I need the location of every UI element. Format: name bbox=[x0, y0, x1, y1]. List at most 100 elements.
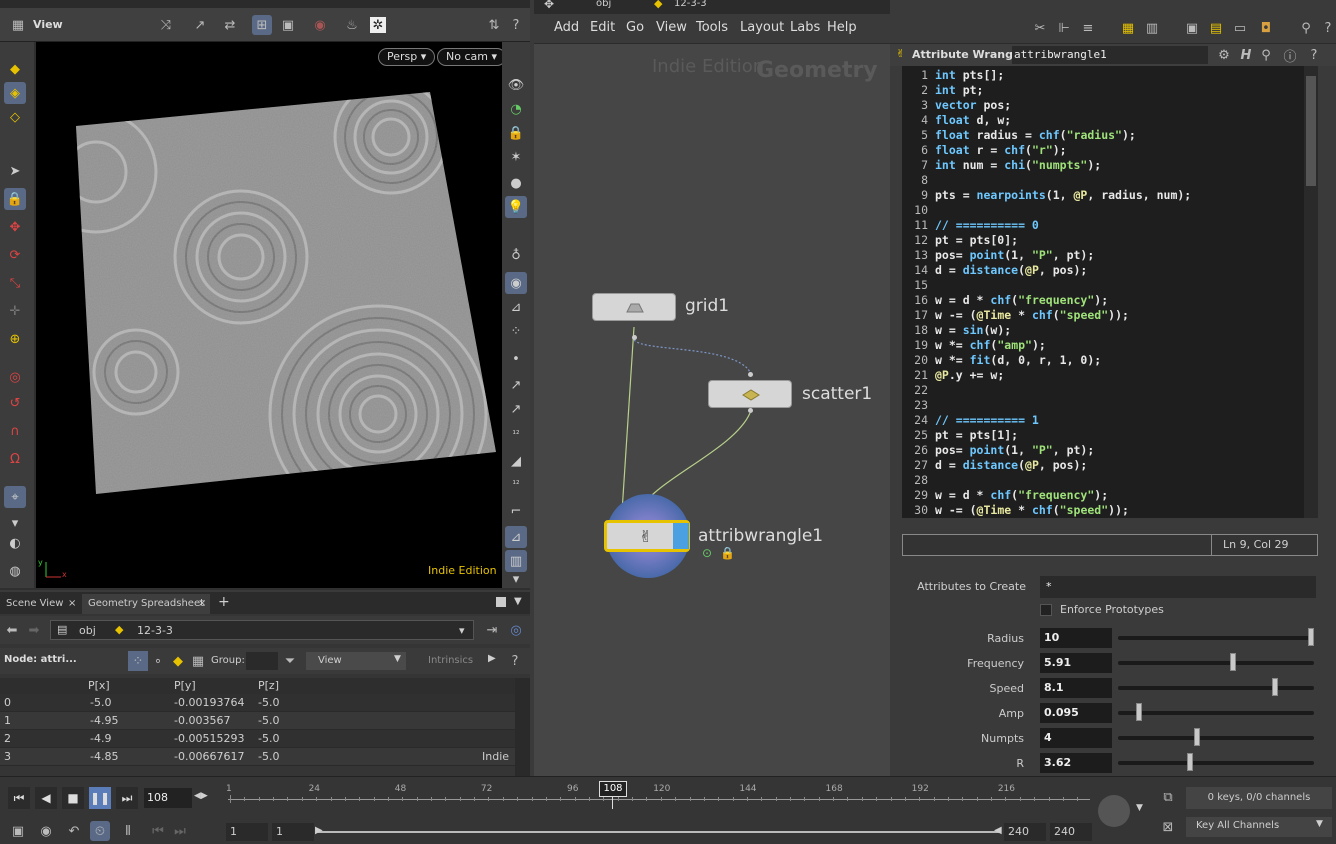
param-help-icon[interactable]: ? bbox=[1304, 45, 1324, 65]
code-line[interactable]: 24 // ========== 1 bbox=[902, 413, 1304, 428]
output-port[interactable] bbox=[632, 335, 637, 340]
expand-icon[interactable]: ▾ bbox=[505, 568, 527, 590]
param-field-speed[interactable]: 8.1 bbox=[1040, 678, 1112, 698]
range-icon[interactable]: ⦀ bbox=[118, 821, 138, 841]
code-scrollbar[interactable] bbox=[1304, 66, 1318, 518]
code-line[interactable]: 13 pos= point(1, "P", pt); bbox=[902, 248, 1304, 263]
slider-knob[interactable] bbox=[1187, 753, 1193, 771]
display-flag-icon[interactable]: ⊙ bbox=[702, 546, 712, 560]
network-box-icon[interactable]: ▣ bbox=[1182, 18, 1202, 38]
wire-icon[interactable]: ⊿ bbox=[505, 296, 527, 318]
stop-icon[interactable]: ■ bbox=[62, 787, 84, 809]
view-dropdown[interactable]: View ▼ bbox=[306, 652, 406, 670]
channel-icon[interactable]: ⊠ bbox=[1158, 817, 1178, 837]
code-line[interactable]: 1 int pts[]; bbox=[902, 68, 1304, 83]
help-h-icon[interactable]: H bbox=[1236, 45, 1256, 65]
search-icon[interactable]: ⚲ bbox=[1256, 45, 1276, 65]
code-line[interactable]: 30 w -= (@Time * chf("speed")); bbox=[902, 503, 1304, 518]
range-slider[interactable] bbox=[318, 831, 1000, 833]
slider-knob[interactable] bbox=[1230, 653, 1236, 671]
network-help-icon[interactable]: ? bbox=[1318, 18, 1336, 38]
code-line[interactable]: 22 bbox=[902, 383, 1304, 398]
select-mode-icon[interactable]: ↗ bbox=[190, 15, 210, 35]
search-icon[interactable]: ⚲ bbox=[1296, 18, 1316, 38]
gear-icon[interactable]: ⚙ bbox=[1214, 45, 1234, 65]
transform-tool-icon[interactable]: ✛ bbox=[4, 300, 26, 322]
sticky-note-icon[interactable]: ▤ bbox=[1206, 18, 1226, 38]
code-line[interactable]: 6 float r = chf("r"); bbox=[902, 143, 1304, 158]
menu-layout[interactable]: Layout bbox=[740, 20, 784, 35]
bounds-icon[interactable]: ⌐ bbox=[505, 500, 527, 522]
list-icon[interactable]: ≡ bbox=[1078, 18, 1098, 38]
prim-numbers-icon[interactable]: ¹² bbox=[505, 474, 527, 496]
network-pane[interactable]: ✥ obj ◆ 12-3-3 Indie Edition Geometry gr… bbox=[534, 0, 890, 776]
code-line[interactable]: 5 float radius = chf("radius"); bbox=[902, 128, 1304, 143]
intrinsics-arrow-icon[interactable]: ▶ bbox=[488, 653, 496, 664]
code-line[interactable]: 19 w *= chf("amp"); bbox=[902, 338, 1304, 353]
brush-tool-icon[interactable]: ↺ bbox=[4, 392, 26, 414]
code-line[interactable]: 28 bbox=[902, 473, 1304, 488]
param-slider-frequency[interactable] bbox=[1118, 653, 1314, 671]
param-field-radius[interactable]: 10 bbox=[1040, 628, 1112, 648]
enforce-prototypes-checkbox[interactable] bbox=[1040, 604, 1052, 616]
global-anim-icon[interactable]: ▣ bbox=[8, 821, 28, 841]
code-line[interactable]: 17 w -= (@Time * chf("speed")); bbox=[902, 308, 1304, 323]
table-row[interactable]: 1 -4.95 -0.003567 -5.0 bbox=[0, 712, 515, 730]
param-field-frequency[interactable]: 5.91 bbox=[1040, 653, 1112, 673]
lock-camera-icon[interactable]: 🔒 bbox=[505, 122, 527, 144]
screen-icon[interactable]: ▣ bbox=[278, 15, 298, 35]
vertices-mode-icon[interactable]: ∘ bbox=[148, 651, 168, 671]
grid1-label[interactable]: grid1 bbox=[685, 296, 729, 316]
range-start-field[interactable]: 1 bbox=[226, 823, 268, 841]
back-arrow-icon[interactable]: ⬅ bbox=[2, 620, 22, 640]
close-tab-icon[interactable]: × bbox=[68, 598, 76, 609]
code-line[interactable]: 9 pts = nearpoints(1, @P, radius, num); bbox=[902, 188, 1304, 203]
close-tab-icon[interactable]: × bbox=[198, 598, 206, 609]
light-icon[interactable]: ♨ bbox=[342, 15, 362, 35]
image-icon[interactable]: ◘ bbox=[1256, 18, 1276, 38]
vectors-icon[interactable]: ↗ bbox=[505, 398, 527, 420]
timeline-track[interactable] bbox=[228, 799, 1090, 800]
select-tool-icon[interactable]: ➤ bbox=[4, 160, 26, 182]
point-numbers-icon[interactable]: ¹² bbox=[505, 424, 527, 446]
magnet-tool-icon[interactable]: ∩ bbox=[4, 420, 26, 442]
menu-add[interactable]: Add bbox=[554, 20, 579, 35]
path-field[interactable]: ▤ obj ◆ 12-3-3 ▾ bbox=[50, 620, 474, 640]
code-line[interactable]: 14 d = distance(@P, pos); bbox=[902, 263, 1304, 278]
realtime-dial[interactable] bbox=[1098, 795, 1130, 827]
jump-start-icon[interactable]: ⏮ bbox=[8, 787, 30, 809]
code-line[interactable]: 23 bbox=[902, 398, 1304, 413]
param-slider-r[interactable] bbox=[1118, 753, 1314, 771]
lasso-tool-icon[interactable]: ◎ bbox=[4, 366, 26, 388]
display-icon[interactable]: ▭ bbox=[1230, 18, 1250, 38]
vex-code-editor[interactable]: 1 int pts[]; 2 int pt; 3 vector pos; 4 float d,… bbox=[902, 66, 1304, 518]
snap-icon[interactable]: ⤨ bbox=[156, 15, 176, 35]
spreadsheet-scrollbar[interactable] bbox=[515, 678, 530, 776]
table-row[interactable]: 2 -4.9 -0.00515293 -5.0 bbox=[0, 730, 515, 748]
tree-icon[interactable]: ⊩ bbox=[1054, 18, 1074, 38]
grid1-node[interactable] bbox=[592, 293, 676, 321]
code-line[interactable]: 8 bbox=[902, 173, 1304, 188]
code-line[interactable]: 10 bbox=[902, 203, 1304, 218]
help-icon[interactable]: ? bbox=[505, 651, 525, 671]
view-icon[interactable]: ▦ bbox=[8, 15, 28, 35]
menu-labs[interactable]: Labs bbox=[790, 20, 820, 35]
view-tool-icon[interactable]: ◈ bbox=[4, 82, 26, 104]
code-line[interactable]: 16 w = d * chf("frequency"); bbox=[902, 293, 1304, 308]
jump-end-icon[interactable]: ⏭ bbox=[116, 787, 138, 809]
node-name-field[interactable]: attribwrangle1 bbox=[1012, 46, 1208, 64]
dial-menu-icon[interactable]: ▼ bbox=[1136, 803, 1143, 813]
range-end-field-2[interactable]: 240 bbox=[1050, 823, 1092, 841]
slider-knob[interactable] bbox=[1308, 628, 1314, 646]
code-line[interactable]: 20 w *= fit(d, 0, r, 1, 0); bbox=[902, 353, 1304, 368]
output-port[interactable] bbox=[748, 408, 753, 413]
points-display-icon[interactable]: ⁘ bbox=[505, 320, 527, 342]
menu-go[interactable]: Go bbox=[626, 20, 644, 35]
lock-tool-icon[interactable]: 🔒 bbox=[4, 188, 26, 210]
camera-menu[interactable]: No cam ▾ bbox=[437, 48, 506, 66]
camera-tool-icon[interactable]: ◐ bbox=[4, 532, 26, 554]
viewport-canvas[interactable]: y x Indie Edition bbox=[36, 42, 502, 588]
add-tab-icon[interactable]: + bbox=[218, 594, 230, 610]
pin-icon[interactable]: ⇥ bbox=[482, 620, 502, 640]
intrinsics-label[interactable]: Intrinsics bbox=[428, 655, 473, 666]
